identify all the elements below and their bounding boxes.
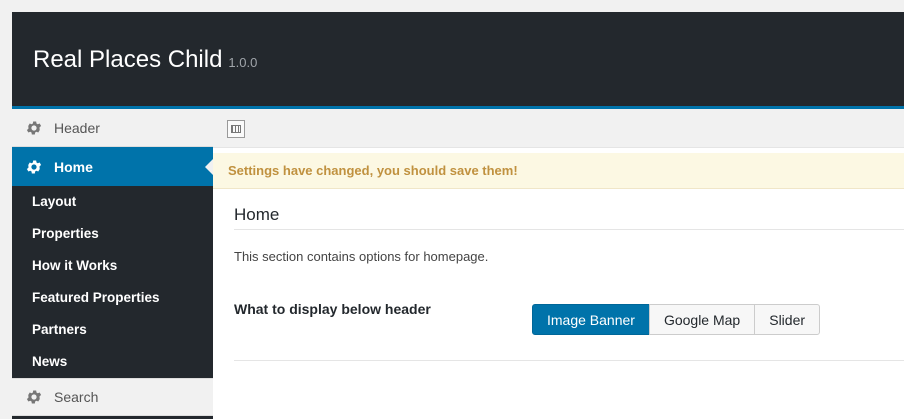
app-version: 1.0.0 xyxy=(228,55,258,70)
section-description: This section contains options for homepa… xyxy=(234,249,489,264)
app-title: Real Places Child 1.0.0 xyxy=(33,46,257,74)
section-title: Home xyxy=(234,205,280,224)
divider xyxy=(234,360,904,361)
sidebar-item-properties[interactable]: Properties xyxy=(12,218,213,250)
top-header: Real Places Child 1.0.0 xyxy=(12,12,904,109)
settings-changed-notice: Settings have changed, you should save t… xyxy=(213,153,904,189)
sidebar-sublist: Layout Properties How it Works Featured … xyxy=(12,186,213,378)
display-option-group: Image Banner Google Map Slider xyxy=(532,304,821,335)
expand-toggle-icon[interactable] xyxy=(227,120,245,138)
image-banner-button[interactable]: Image Banner xyxy=(532,304,650,335)
sidebar-section-search[interactable]: Search xyxy=(12,378,213,416)
sidebar-section-header[interactable]: Header xyxy=(12,109,213,147)
sidebar: Header Home Layout Properties How it Wor… xyxy=(12,109,213,419)
gear-icon xyxy=(25,158,43,176)
google-map-button[interactable]: Google Map xyxy=(648,304,756,335)
sidebar-section-label: Header xyxy=(54,119,100,136)
app-title-text: Real Places Child xyxy=(33,46,223,73)
gear-icon xyxy=(25,119,43,137)
sidebar-item-how-it-works[interactable]: How it Works xyxy=(12,250,213,282)
options-panel: Real Places Child 1.0.0 Header Home Layou… xyxy=(12,12,904,419)
divider xyxy=(234,229,904,230)
slider-button[interactable]: Slider xyxy=(754,304,821,335)
field-label: What to display below header xyxy=(234,301,431,317)
sidebar-item-layout[interactable]: Layout xyxy=(12,186,213,218)
sidebar-item-news[interactable]: News xyxy=(12,346,213,378)
sidebar-section-label: Home xyxy=(54,158,93,175)
sidebar-section-home[interactable]: Home xyxy=(12,147,213,186)
gear-icon xyxy=(25,388,43,406)
sidebar-section-label: Search xyxy=(54,389,99,405)
sidebar-item-partners[interactable]: Partners xyxy=(12,314,213,346)
toolbar xyxy=(213,109,904,148)
sidebar-item-featured-properties[interactable]: Featured Properties xyxy=(12,282,213,314)
